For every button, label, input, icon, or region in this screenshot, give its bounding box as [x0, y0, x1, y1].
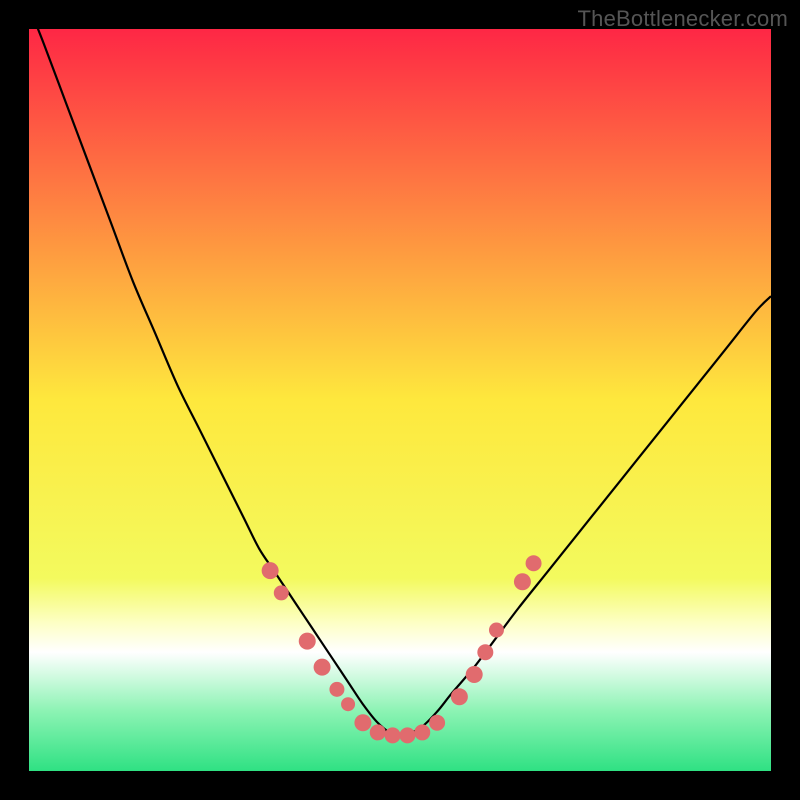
- plot-background: [29, 29, 771, 771]
- data-marker: [477, 644, 493, 660]
- data-marker: [429, 715, 445, 731]
- data-marker: [329, 682, 344, 697]
- data-marker: [370, 724, 386, 740]
- chart-frame: TheBottlenecker.com: [0, 0, 800, 800]
- data-marker: [399, 727, 415, 743]
- data-marker: [414, 724, 430, 740]
- data-marker: [341, 697, 355, 711]
- data-marker: [526, 555, 542, 571]
- data-marker: [262, 562, 279, 579]
- data-marker: [299, 633, 316, 650]
- chart-svg: [29, 29, 771, 771]
- data-marker: [274, 585, 289, 600]
- data-marker: [385, 727, 401, 743]
- data-marker: [314, 659, 331, 676]
- plot-area: [29, 29, 771, 771]
- data-marker: [514, 573, 531, 590]
- data-marker: [466, 666, 483, 683]
- data-marker: [489, 623, 504, 638]
- data-marker: [451, 688, 468, 705]
- data-marker: [354, 714, 371, 731]
